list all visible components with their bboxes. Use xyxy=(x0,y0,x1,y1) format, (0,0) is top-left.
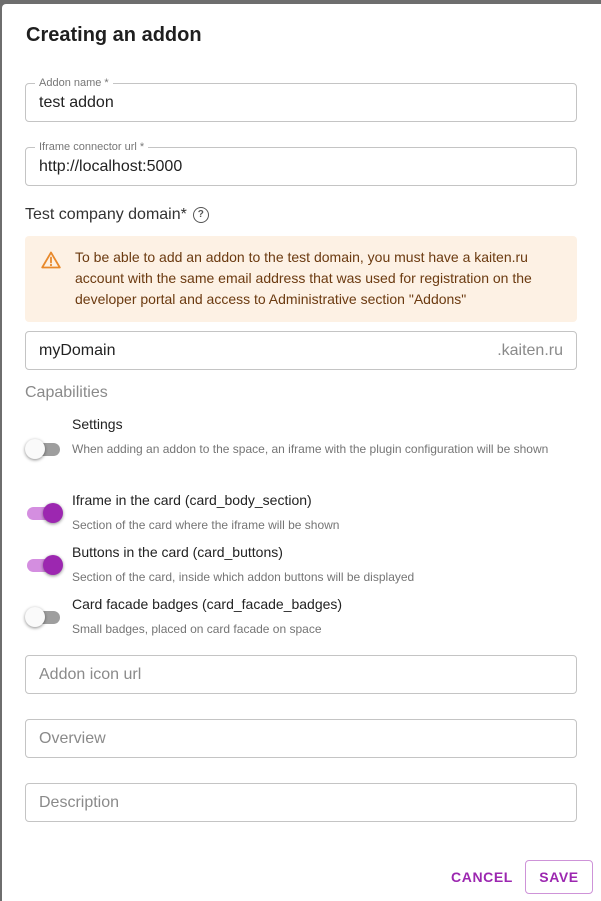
iframe-url-value: http://localhost:5000 xyxy=(39,158,183,175)
addon-icon-url-placeholder: Addon icon url xyxy=(39,666,142,683)
addon-name-value: test addon xyxy=(39,94,114,111)
warning-text: To be able to add an addon to the test d… xyxy=(75,249,532,307)
toggle-thumb xyxy=(43,555,63,575)
addon-name-field[interactable]: Addon name * test addon xyxy=(25,77,577,122)
overview-placeholder: Overview xyxy=(39,730,106,747)
capability-description: Section of the card, inside which addon … xyxy=(72,570,415,584)
card-buttons-toggle[interactable] xyxy=(25,554,63,576)
create-addon-dialog: Creating an addon Addon name * test addo… xyxy=(2,4,601,901)
capability-description: When adding an addon to the space, an if… xyxy=(72,442,549,456)
cancel-button[interactable]: CANCEL xyxy=(442,860,522,894)
capability-title: Settings xyxy=(72,416,123,432)
capabilities-label: Capabilities xyxy=(25,384,108,401)
capability-title: Card facade badges (card_facade_badges) xyxy=(72,596,343,612)
test-domain-label: Test company domain* ? xyxy=(25,206,209,224)
iframe-url-label: Iframe connector url * xyxy=(35,141,149,153)
addon-icon-url-field[interactable]: Addon icon url xyxy=(25,655,577,694)
overview-field[interactable]: Overview xyxy=(25,719,577,758)
description-field[interactable]: Description xyxy=(25,783,577,822)
description-placeholder: Description xyxy=(39,794,120,811)
toggle-thumb xyxy=(43,503,63,523)
capability-title: Buttons in the card (card_buttons) xyxy=(72,544,283,560)
addon-name-label: Addon name * xyxy=(35,77,113,89)
toggle-thumb xyxy=(25,439,45,459)
dialog-title: Creating an addon xyxy=(26,24,202,46)
card-body-section-toggle[interactable] xyxy=(25,502,63,524)
toggle-thumb xyxy=(25,607,45,627)
iframe-url-field[interactable]: Iframe connector url * http://localhost:… xyxy=(25,141,577,186)
test-domain-warning: To be able to add an addon to the test d… xyxy=(25,236,577,322)
capability-description: Small badges, placed on card facade on s… xyxy=(72,622,322,636)
question-circle-icon[interactable]: ? xyxy=(192,207,209,223)
warning-triangle-icon xyxy=(41,251,61,274)
card-facade-badges-toggle[interactable] xyxy=(25,606,63,628)
save-button[interactable]: SAVE xyxy=(525,860,593,894)
test-domain-label-text: Test company domain* xyxy=(25,206,187,223)
capability-title: Iframe in the card (card_body_section) xyxy=(72,492,312,508)
test-domain-value: myDomain xyxy=(39,342,116,359)
capability-description: Section of the card where the iframe wil… xyxy=(72,518,340,532)
settings-toggle[interactable] xyxy=(25,438,63,460)
test-domain-field[interactable]: myDomain .kaiten.ru xyxy=(25,331,577,370)
domain-suffix: .kaiten.ru xyxy=(497,342,563,359)
